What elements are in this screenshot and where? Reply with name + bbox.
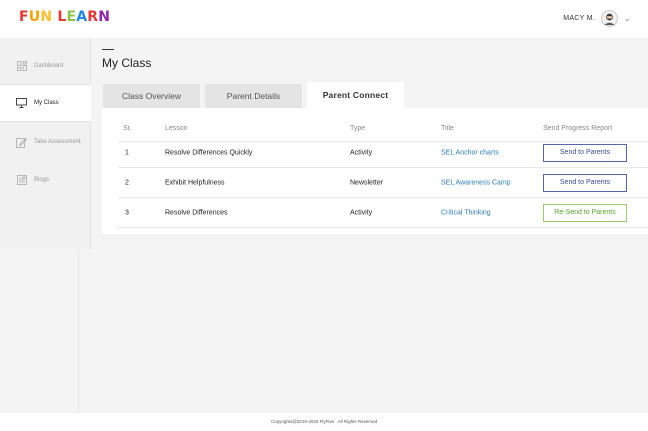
logo-letter: F — [19, 9, 29, 25]
header-send-progress-report: Send Progress Report — [543, 125, 613, 132]
row-title-link[interactable]: Critical Thinking — [441, 209, 491, 216]
row-lesson: Resolve Differences — [165, 209, 228, 216]
tab-class-overview[interactable]: Class Overview — [103, 84, 200, 108]
title-rule — [102, 49, 114, 50]
row-sr: 3 — [125, 209, 129, 216]
sidebar-item-label: My Class — [34, 100, 59, 106]
blog-icon — [16, 175, 27, 186]
resend-to-parents-button[interactable]: Re-Send to Parents — [543, 203, 627, 222]
header-title: Title — [441, 125, 454, 132]
row-title-link[interactable]: SEL Anchor charts — [441, 149, 499, 156]
sidebar-item-my-class[interactable]: My Class — [0, 84, 91, 122]
sidebar-item-take-assessment[interactable]: Take Assessment — [0, 123, 91, 161]
monitor-icon — [16, 98, 27, 109]
logo-letter: N — [98, 9, 111, 25]
parent-connect-panel: Sr. Lesson Type Title Send Progress Repo… — [102, 108, 648, 234]
footer-copyright: Copyrights@2019-2020 FlyFive . All Right… — [0, 413, 648, 431]
row-lesson: Exhibit Helpfulness — [165, 179, 225, 186]
dashboard-icon — [16, 61, 27, 72]
table-row: 2 Exhibit Helpfulness Newsletter SEL Awa… — [118, 168, 648, 198]
table-row: 1 Resolve Differences Quickly Activity S… — [118, 138, 648, 168]
send-to-parents-button[interactable]: Send to Parents — [543, 173, 627, 192]
top-bar: FUN LEARN MACY M. ⌄ — [0, 0, 648, 38]
user-name: MACY M. — [563, 15, 596, 22]
tab-parent-connect[interactable]: Parent Connect — [307, 82, 404, 108]
header-sr: Sr. — [123, 125, 132, 132]
table-row: 3 Resolve Differences Activity Critical … — [118, 198, 648, 228]
logo-letter: A — [76, 9, 88, 25]
row-sr: 1 — [125, 149, 129, 156]
sidebar: Dashboard My Class Take Assessment Blogs — [0, 38, 91, 249]
fun-learn-logo[interactable]: FUN LEARN — [19, 9, 110, 25]
logo-letter: R — [87, 9, 99, 25]
sidebar-item-label: Blogs — [34, 177, 50, 183]
logo-letter: U — [28, 9, 41, 25]
sidebar-item-blogs[interactable]: Blogs — [0, 161, 91, 199]
header-lesson: Lesson — [165, 125, 188, 132]
sidebar-item-dashboard[interactable]: Dashboard — [0, 47, 91, 85]
user-menu[interactable]: MACY M. ⌄ — [563, 10, 630, 27]
sidebar-item-label: Take Assessment — [34, 139, 81, 145]
header-type: Type — [350, 125, 366, 132]
tab-parent-details[interactable]: Parent Details — [205, 84, 302, 108]
row-type: Activity — [350, 149, 373, 156]
row-title-link[interactable]: SEL Awareness Camp — [441, 179, 511, 186]
row-type: Activity — [350, 209, 373, 216]
chevron-down-icon[interactable]: ⌄ — [624, 15, 630, 23]
logo-letter: N — [40, 9, 53, 25]
sidebar-item-label: Dashboard — [34, 63, 64, 69]
row-type: Newsletter — [350, 179, 384, 186]
sidebar-lower-area — [0, 249, 79, 413]
user-avatar-icon[interactable] — [601, 10, 619, 27]
row-sr: 2 — [125, 179, 129, 186]
logo-letter: E — [66, 9, 77, 25]
row-lesson: Resolve Differences Quickly — [165, 149, 253, 156]
page-title: My Class — [102, 56, 152, 70]
edit-icon — [16, 137, 27, 148]
send-to-parents-button[interactable]: Send to Parents — [543, 143, 627, 162]
